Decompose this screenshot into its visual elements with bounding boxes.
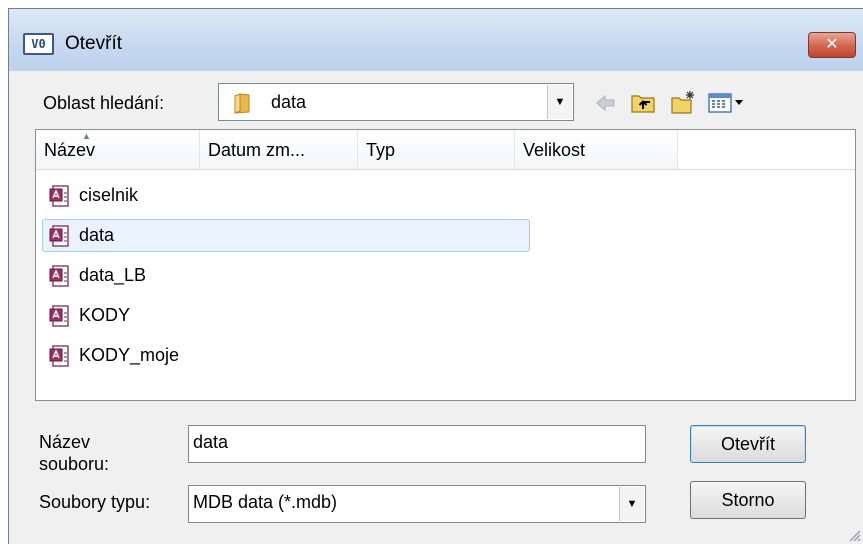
access-database-icon — [49, 305, 69, 327]
access-database-icon — [49, 185, 69, 207]
column-header-size[interactable]: Velikost — [515, 130, 678, 169]
cancel-button[interactable]: Storno — [690, 481, 806, 519]
header-divider — [36, 169, 855, 170]
resize-grip-icon[interactable] — [847, 528, 861, 542]
access-database-icon — [49, 265, 69, 287]
folder-icon — [234, 93, 250, 114]
file-name: ciselnik — [79, 185, 139, 205]
file-list-item[interactable]: ciselnik — [42, 179, 530, 212]
up-folder-icon[interactable] — [629, 89, 657, 117]
chevron-down-icon: ▼ — [554, 96, 566, 108]
filename-label: Název souboru: — [39, 432, 110, 474]
file-name: data — [79, 225, 115, 245]
look-in-dropdown[interactable]: data ▼ — [218, 83, 574, 121]
look-in-dropdown-arrow[interactable]: ▼ — [547, 85, 572, 119]
app-icon: V0 — [23, 33, 54, 55]
new-folder-icon[interactable] — [669, 89, 697, 117]
back-arrow-icon[interactable] — [591, 89, 619, 117]
open-file-dialog: V0 Otevřít ✕ Oblast hledání: data ▼ ▲ Ná… — [8, 8, 863, 544]
file-list[interactable]: ▲ Název Datum zm... Typ Velikost ciselni… — [35, 129, 856, 401]
column-header-date[interactable]: Datum zm... — [200, 130, 358, 169]
sort-ascending-icon: ▲ — [82, 131, 91, 141]
look-in-label: Oblast hledání: — [43, 93, 165, 113]
chevron-down-icon: ▼ — [626, 498, 638, 510]
filetype-dropdown[interactable]: MDB data (*.mdb) ▼ — [188, 485, 646, 523]
file-name: KODY — [79, 305, 131, 325]
view-menu-icon[interactable] — [706, 89, 752, 117]
file-name: data_LB — [79, 265, 147, 285]
close-button[interactable]: ✕ — [808, 32, 856, 58]
column-header-name[interactable]: ▲ Název — [36, 130, 200, 169]
filename-input[interactable]: data — [188, 425, 646, 463]
file-list-item[interactable]: KODY — [42, 299, 530, 332]
file-list-item[interactable]: data — [42, 219, 530, 252]
title-bar[interactable]: V0 Otevřít ✕ — [9, 9, 863, 71]
file-list-item[interactable]: data_LB — [42, 259, 530, 292]
access-database-icon — [49, 345, 69, 367]
file-name: KODY_moje — [79, 345, 180, 365]
column-header-type[interactable]: Typ — [358, 130, 515, 169]
filetype-label: Soubory typu: — [39, 492, 151, 512]
dialog-title: Otevřít — [65, 33, 123, 54]
filetype-dropdown-arrow[interactable]: ▼ — [619, 487, 644, 521]
file-list-item[interactable]: KODY_moje — [42, 339, 530, 372]
look-in-value: data — [271, 92, 307, 112]
access-database-icon — [49, 225, 69, 247]
open-button[interactable]: Otevřít — [690, 425, 806, 463]
